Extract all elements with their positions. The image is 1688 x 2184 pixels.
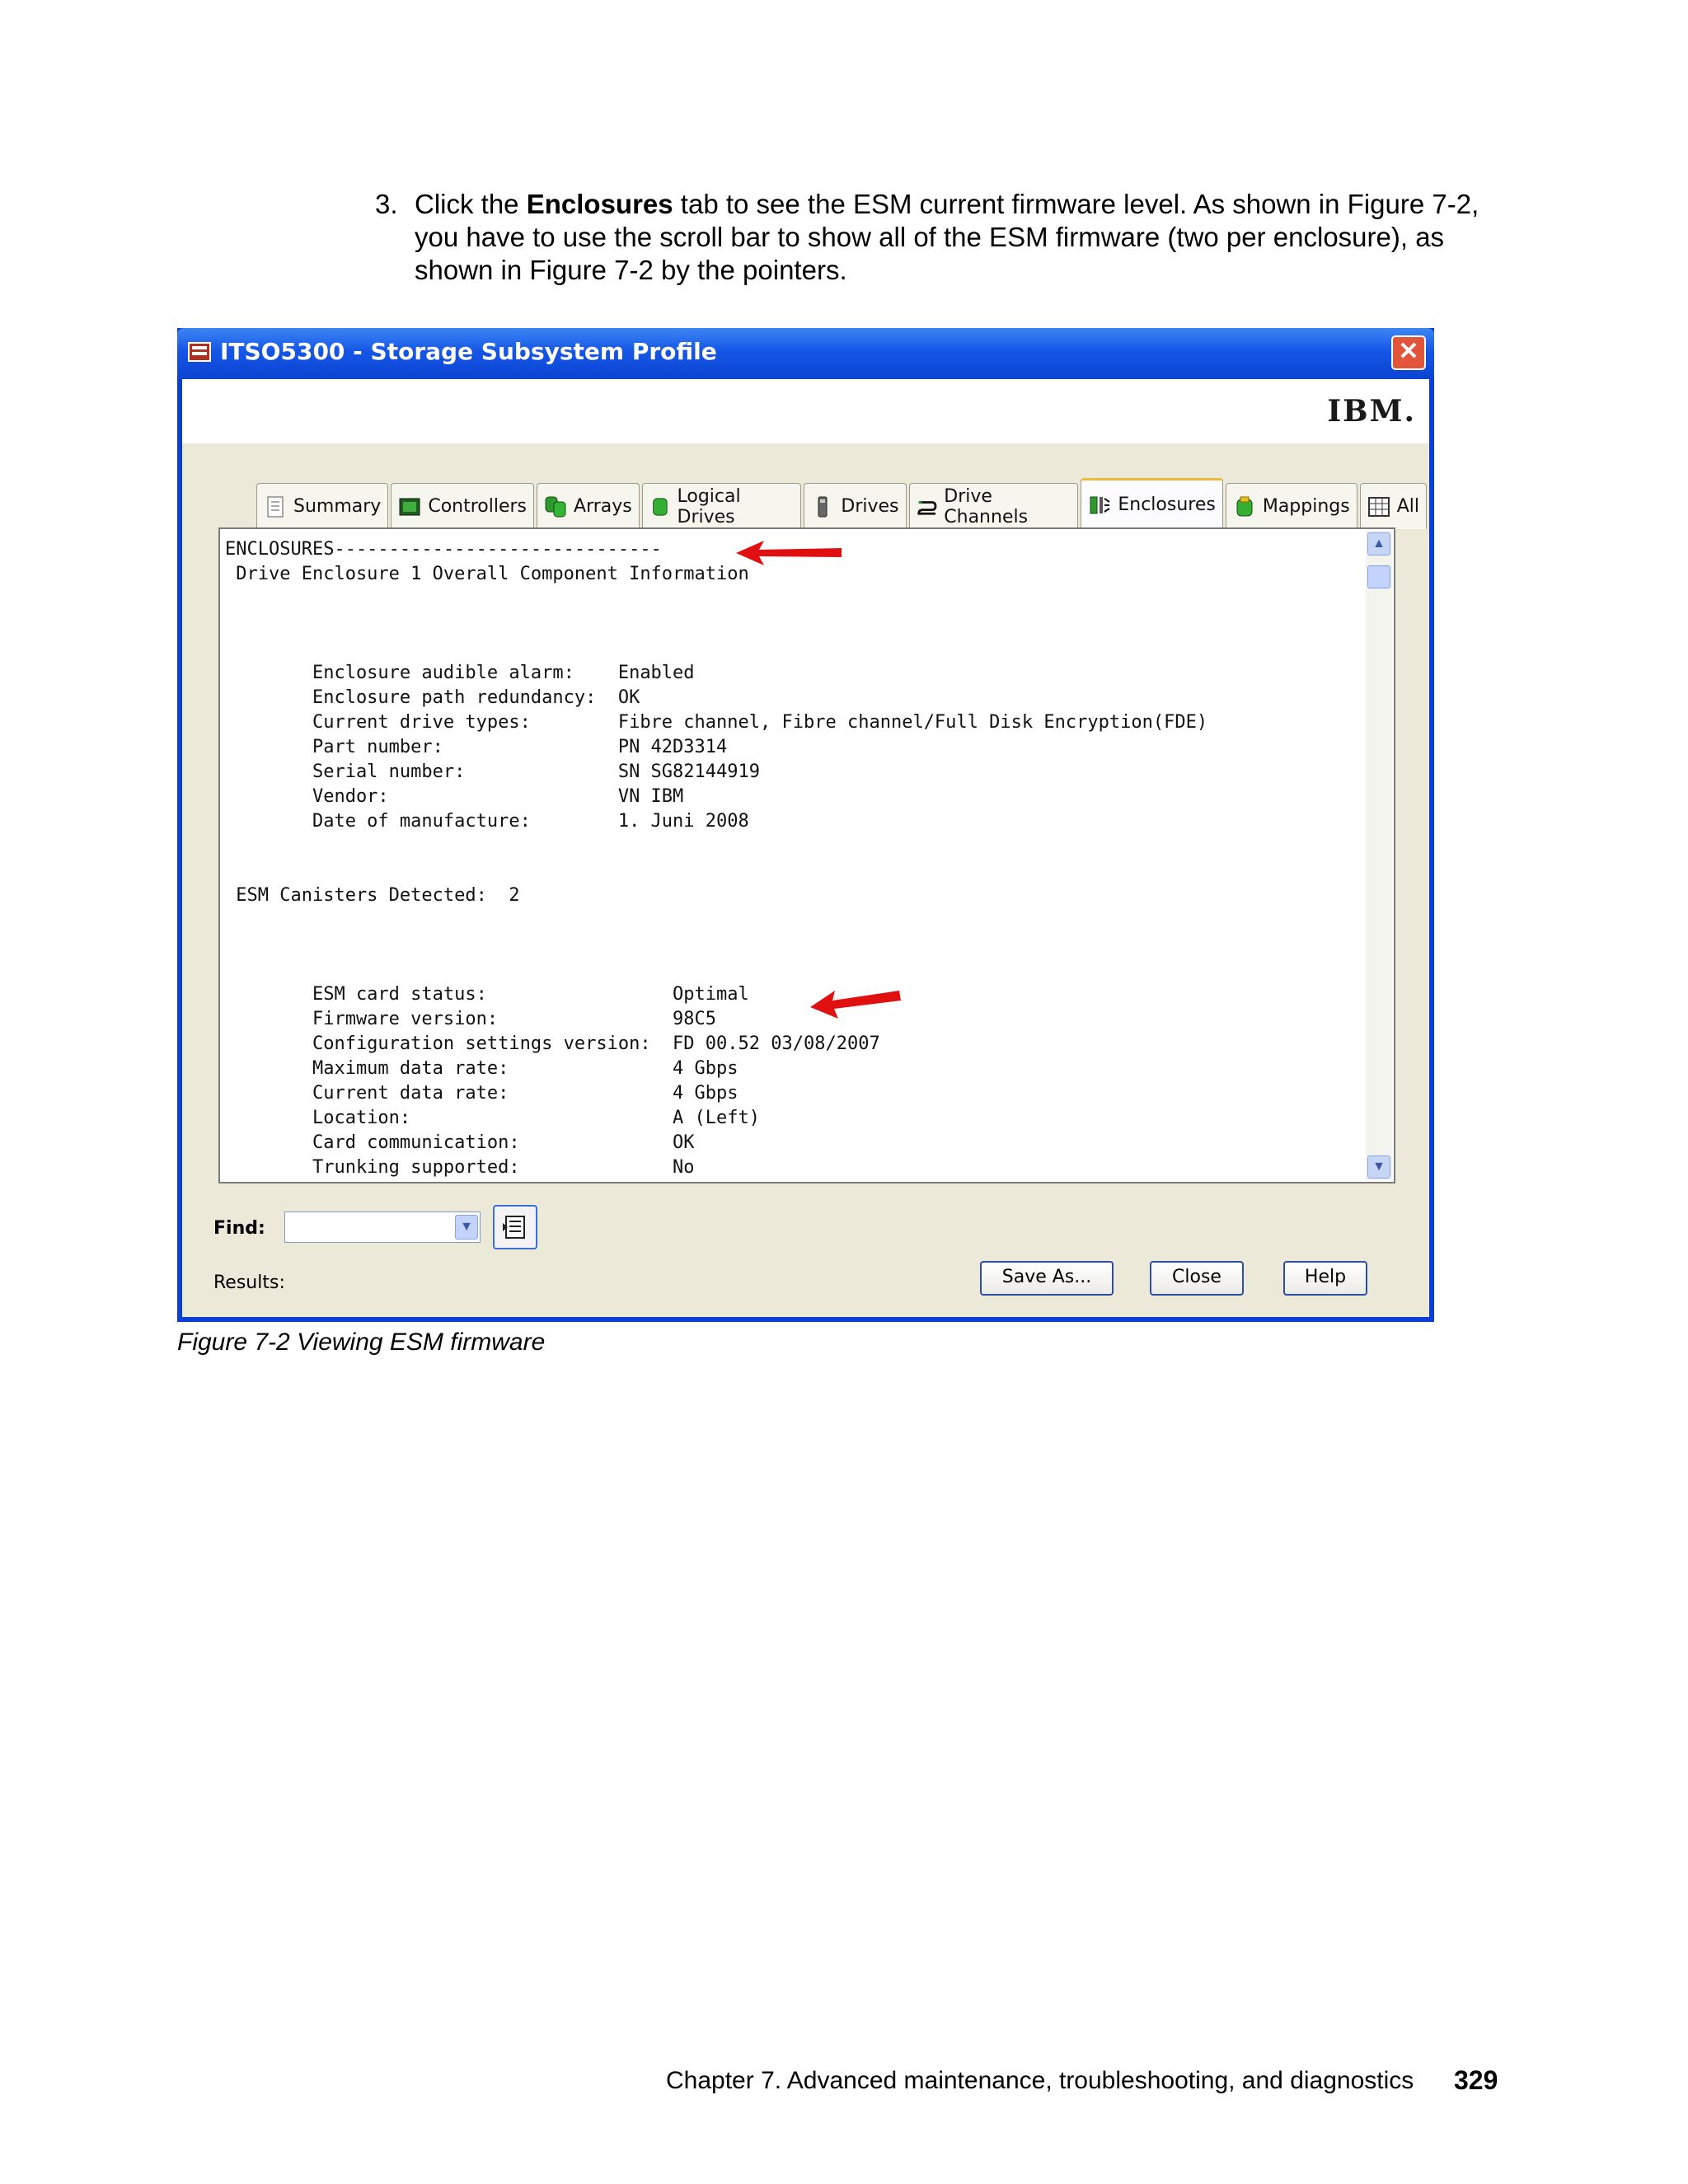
tab-label: Mappings <box>1262 496 1350 517</box>
pointer-arrow-icon <box>810 991 901 1019</box>
profile-text-line: Current data rate: 4 Gbps <box>225 1083 738 1104</box>
profile-text-line: ENCLOSURES------------------------------ <box>225 539 662 560</box>
all-icon <box>1367 496 1390 517</box>
profile-text-line: Maximum data rate: 4 Gbps <box>225 1058 738 1079</box>
scroll-down-button[interactable]: ▼ <box>1367 1155 1390 1179</box>
tab-drive-channels[interactable]: Drive Channels <box>908 483 1079 529</box>
profile-text-line <box>225 636 1207 661</box>
profile-text-line: Drive Enclosure 1 Overall Component Info… <box>225 564 749 584</box>
figure-caption: Figure 7-2 Viewing ESM firmware <box>177 1329 546 1356</box>
profile-text-line: Enclosure path redundancy: OK <box>225 687 640 708</box>
find-input[interactable]: ▼ <box>284 1212 481 1243</box>
pointer-arrow-icon <box>736 541 842 565</box>
window-title: ITSO5300 - Storage Subsystem Profile <box>220 338 717 365</box>
drives-icon <box>818 496 828 517</box>
profile-text-line: Date of manufacture: 1. Juni 2008 <box>225 811 749 832</box>
vertical-scrollbar[interactable]: ▲ ▼ <box>1366 531 1392 1180</box>
step-number: 3. <box>375 189 398 219</box>
profile-text-line: Configuration settings version: FD 00.52… <box>225 1033 880 1054</box>
controllers-icon <box>399 498 420 515</box>
tab-summary[interactable]: Summary <box>256 483 389 529</box>
profile-window: ITSO5300 - Storage Subsystem Profile ✕ I… <box>177 328 1434 1322</box>
profile-text-line: Serial number: SN SG82144919 <box>225 762 761 782</box>
instruction-paragraph: 3. Click the Enclosures tab to see the E… <box>375 188 1504 287</box>
save-as-button[interactable]: Save As... <box>980 1261 1114 1296</box>
profile-text-line: Vendor: VN IBM <box>225 786 684 807</box>
app-icon <box>188 342 211 362</box>
enclosures-icon <box>1090 496 1110 513</box>
tab-controllers[interactable]: Controllers <box>391 483 535 529</box>
profile-text-line <box>225 859 1207 883</box>
tab-all[interactable]: All <box>1359 483 1427 529</box>
scroll-thumb[interactable] <box>1367 565 1390 588</box>
profile-text-line: ESM Canisters Detected: 2 <box>225 885 520 906</box>
profile-text-line <box>225 612 1207 636</box>
find-dropdown-arrow[interactable]: ▼ <box>455 1215 478 1240</box>
tab-drives[interactable]: Drives <box>804 483 907 529</box>
tab-arrays[interactable]: Arrays <box>537 483 640 529</box>
profile-text-line: Part number: PN 42D3314 <box>225 737 728 757</box>
profile-text-line: Location: A (Left) <box>225 1108 761 1128</box>
profile-text-line <box>225 587 1207 612</box>
find-button[interactable] <box>493 1205 537 1249</box>
tab-label: All <box>1396 496 1419 517</box>
profile-text-line: Enclosure audible alarm: Enabled <box>225 663 695 683</box>
find-label: Find: <box>213 1218 265 1239</box>
profile-text-line <box>225 834 1207 859</box>
profile-text-line: ESM card status: Optimal <box>225 984 749 1005</box>
tab-label: Summary <box>293 496 382 517</box>
window-close-button[interactable]: ✕ <box>1391 335 1426 370</box>
step-text-bold: Enclosures <box>526 189 673 219</box>
scroll-up-button[interactable]: ▲ <box>1367 532 1390 555</box>
ibm-logo: IBM. <box>1327 394 1416 429</box>
results-label: Results: <box>213 1272 285 1293</box>
tab-label: Arrays <box>574 496 632 517</box>
tab-mappings[interactable]: Mappings <box>1225 483 1357 529</box>
profile-text-line <box>225 908 1207 933</box>
close-button[interactable]: Close <box>1150 1261 1244 1296</box>
page-number: 329 <box>1454 2065 1498 2095</box>
tab-label: Enclosures <box>1118 494 1216 515</box>
profile-text-line: Trunking supported: No <box>225 1157 695 1178</box>
title-bar[interactable]: ITSO5300 - Storage Subsystem Profile ✕ <box>177 328 1434 379</box>
profile-text-area[interactable]: ENCLOSURES------------------------------… <box>218 527 1395 1183</box>
tab-label: Drives <box>841 496 899 517</box>
find-icon <box>503 1216 525 1239</box>
profile-text-line <box>225 958 1207 982</box>
drive-channels-icon <box>917 500 936 515</box>
arrays-icon <box>545 496 566 517</box>
step-text-before: Click the <box>415 189 527 219</box>
tab-label: Drive Channels <box>944 485 1029 527</box>
tab-label: Logical Drives <box>677 485 741 527</box>
mappings-icon <box>1236 496 1253 516</box>
banner: IBM. <box>182 379 1429 443</box>
logical-drives-icon <box>652 497 668 516</box>
profile-text-line: Current drive types: Fibre channel, Fibr… <box>225 712 1208 733</box>
profile-text-line <box>225 933 1207 958</box>
profile-text-line: Firmware version: 98C5 <box>225 1009 717 1029</box>
tab-label: Controllers <box>428 496 528 517</box>
help-button[interactable]: Help <box>1283 1261 1367 1296</box>
profile-text-line: Card communication: OK <box>225 1132 695 1153</box>
profile-text: ENCLOSURES------------------------------… <box>225 537 1207 1180</box>
tab-enclosures[interactable]: Enclosures <box>1081 478 1223 529</box>
chapter-footer: Chapter 7. Advanced maintenance, trouble… <box>666 2067 1414 2094</box>
dialog-client: IBM. Summary Controllers Arrays Logical … <box>182 379 1429 1317</box>
tab-logical-drives[interactable]: Logical Drives <box>641 483 802 529</box>
summary-icon <box>267 496 284 517</box>
tab-bar: Summary Controllers Arrays Logical Drive… <box>256 478 1429 529</box>
step-text: Click the Enclosures tab to see the ESM … <box>415 188 1504 287</box>
